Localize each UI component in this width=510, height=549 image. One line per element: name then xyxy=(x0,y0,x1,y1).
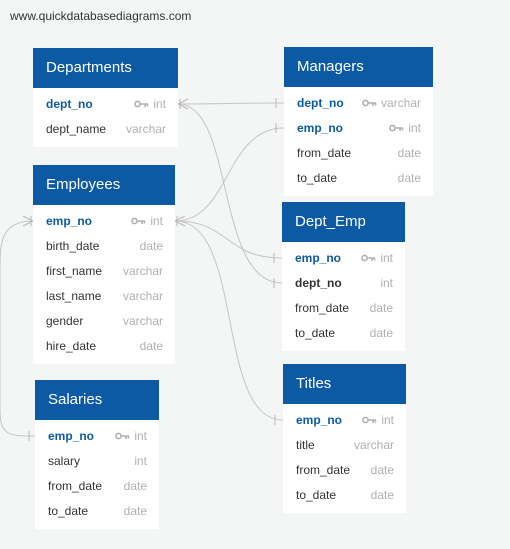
field-name: to_date xyxy=(297,170,338,185)
field-row[interactable]: birth_date date xyxy=(33,233,175,258)
field-name: emp_no xyxy=(295,250,342,265)
field-type: varchar xyxy=(122,288,163,303)
field-name: from_date xyxy=(295,300,350,315)
field-row[interactable]: to_date date xyxy=(284,165,433,190)
field-type: date xyxy=(397,145,421,160)
field-type: int xyxy=(381,412,394,427)
field-type: date xyxy=(370,462,394,477)
dept-emp-table[interactable]: Dept_Emp emp_no int dept_no int from_dat… xyxy=(282,202,405,351)
field-row[interactable]: from_date date xyxy=(35,473,159,498)
field-name: gender xyxy=(46,313,84,328)
field-name: emp_no xyxy=(46,213,93,228)
field-row[interactable]: gender varchar xyxy=(33,308,175,333)
field-row[interactable]: to_date date xyxy=(35,498,159,523)
field-row[interactable]: from_date date xyxy=(282,295,405,320)
field-type: date xyxy=(123,478,147,493)
field-row[interactable]: from_date date xyxy=(283,457,406,482)
primary-key-icon xyxy=(134,100,149,107)
field-type: int xyxy=(150,213,163,228)
managers-table[interactable]: Managers dept_no varchar emp_no int from… xyxy=(284,47,433,196)
field-type: varchar xyxy=(353,437,394,452)
field-row[interactable]: to_date date xyxy=(283,482,406,507)
field-type: varchar xyxy=(125,121,166,136)
primary-key-icon xyxy=(362,416,377,423)
field-name: to_date xyxy=(295,325,336,340)
field-type: date xyxy=(123,503,147,518)
field-type: int xyxy=(134,453,147,468)
field-row[interactable]: title varchar xyxy=(283,432,406,457)
salaries-table[interactable]: Salaries emp_no int salary int from_date… xyxy=(35,380,159,529)
field-row[interactable]: dept_no int xyxy=(282,270,405,295)
field-name: dept_name xyxy=(46,121,107,136)
field-name: dept_no xyxy=(46,96,93,111)
field-type: date xyxy=(139,238,163,253)
field-row[interactable]: emp_no int xyxy=(283,407,406,432)
titles-table-title: Titles xyxy=(283,364,406,404)
departments-table-title: Departments xyxy=(33,48,178,88)
field-row[interactable]: emp_no int xyxy=(35,423,159,448)
field-name: hire_date xyxy=(46,338,97,353)
primary-key-icon xyxy=(131,217,146,224)
rel-departments-managers xyxy=(177,102,285,105)
field-type: date xyxy=(139,338,163,353)
employees-table[interactable]: Employees emp_no int birth_date date fir… xyxy=(33,165,175,364)
field-row[interactable]: hire_date date xyxy=(33,333,175,358)
field-row[interactable]: emp_no int xyxy=(33,208,175,233)
field-row[interactable]: dept_no varchar xyxy=(284,90,433,115)
field-type: int xyxy=(153,96,166,111)
field-name: emp_no xyxy=(296,412,343,427)
field-name: to_date xyxy=(296,487,337,502)
field-row[interactable]: dept_no int xyxy=(33,91,178,116)
field-name: title xyxy=(296,437,315,452)
titles-table[interactable]: Titles emp_no int title varchar from_dat… xyxy=(283,364,406,513)
field-name: from_date xyxy=(48,478,103,493)
managers-table-title: Managers xyxy=(284,47,433,87)
field-type: date xyxy=(370,487,394,502)
field-row[interactable]: first_name varchar xyxy=(33,258,175,283)
field-name: dept_no xyxy=(295,275,342,290)
field-name: birth_date xyxy=(46,238,100,253)
field-name: emp_no xyxy=(48,428,95,443)
field-name: from_date xyxy=(296,462,351,477)
primary-key-icon xyxy=(389,124,404,131)
dept-emp-table-title: Dept_Emp xyxy=(282,202,405,242)
field-type: date xyxy=(369,300,393,315)
field-name: last_name xyxy=(46,288,102,303)
primary-key-icon xyxy=(362,99,377,106)
field-type: int xyxy=(408,120,421,135)
departments-table[interactable]: Departments dept_no int dept_name varcha… xyxy=(33,48,178,147)
field-type: varchar xyxy=(122,313,163,328)
field-type: int xyxy=(380,250,393,265)
field-name: emp_no xyxy=(297,120,344,135)
field-row[interactable]: salary int xyxy=(35,448,159,473)
field-name: from_date xyxy=(297,145,352,160)
field-type: int xyxy=(134,428,147,443)
field-row[interactable]: emp_no int xyxy=(282,245,405,270)
field-type: date xyxy=(397,170,421,185)
employees-table-title: Employees xyxy=(33,165,175,205)
field-row[interactable]: to_date date xyxy=(282,320,405,345)
rel-employees-salaries xyxy=(0,220,36,437)
field-name: to_date xyxy=(48,503,89,518)
salaries-table-title: Salaries xyxy=(35,380,159,420)
rel-employees-titles xyxy=(174,220,284,421)
field-type: date xyxy=(369,325,393,340)
field-row[interactable]: dept_name varchar xyxy=(33,116,178,141)
primary-key-icon xyxy=(115,432,130,439)
field-name: salary xyxy=(48,453,81,468)
field-type: int xyxy=(380,275,393,290)
field-row[interactable]: from_date date xyxy=(284,140,433,165)
field-row[interactable]: emp_no int xyxy=(284,115,433,140)
primary-key-icon xyxy=(361,254,376,261)
rel-employees-deptemp xyxy=(174,220,283,259)
field-name: dept_no xyxy=(297,95,344,110)
field-type: varchar xyxy=(380,95,421,110)
field-name: first_name xyxy=(46,263,103,278)
field-type: varchar xyxy=(122,263,163,278)
field-row[interactable]: last_name varchar xyxy=(33,283,175,308)
